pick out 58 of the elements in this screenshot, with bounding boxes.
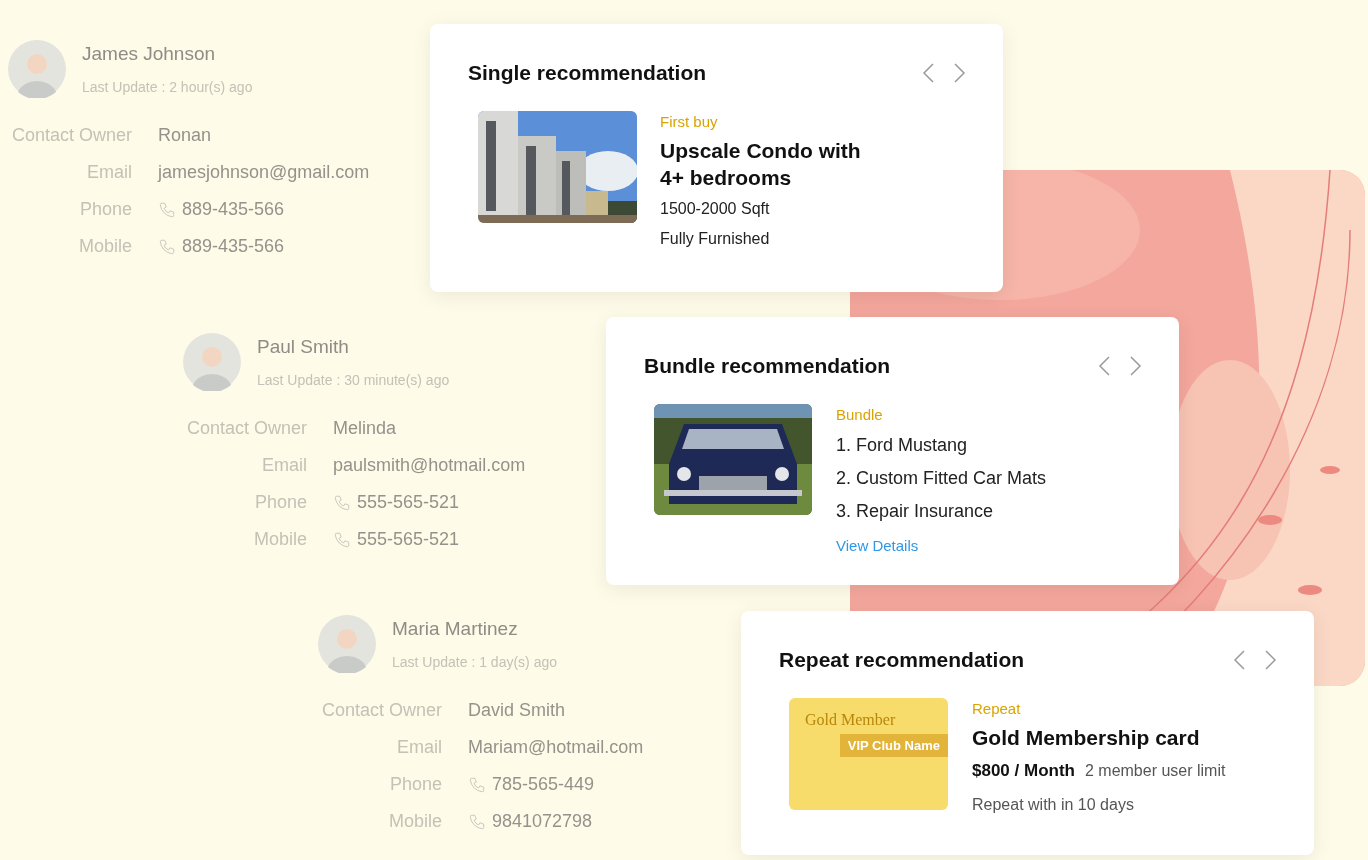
tag-label: First buy (660, 111, 719, 132)
field-value: 889-435-566 (182, 198, 285, 221)
contact-name: Paul Smith (257, 335, 350, 360)
field-label: Email (396, 736, 442, 759)
field-value: 9841072798 (492, 810, 593, 833)
repeat-note: Repeat with in 10 days (972, 795, 1135, 815)
field-value: Melinda (333, 417, 397, 440)
product-detail: 1500-2000 Sqft (660, 199, 771, 219)
field-label: Mobile (77, 235, 132, 258)
phone-icon (333, 530, 351, 549)
bundle-item: 1. Ford Mustang (836, 434, 969, 457)
product-detail: 2 member user limit (1084, 760, 1226, 781)
phone-icon (158, 200, 176, 219)
field-label: Phone (78, 198, 132, 221)
contact-name: James Johnson (82, 42, 217, 67)
view-details-link[interactable]: View Details (836, 535, 1047, 558)
field-label: Email (261, 454, 307, 477)
phone-icon (158, 237, 176, 256)
card-title: Bundle recommendation (644, 353, 891, 379)
field-value: 555-565-521 (357, 528, 460, 551)
card-subtitle: VIP Club Name (839, 733, 948, 757)
field-value: paulsmith@hotmail.com (333, 454, 526, 477)
tag-label: Bundle (836, 404, 884, 425)
field-value: 785-565-449 (492, 773, 595, 796)
bundle-item: 2. Custom Fitted Car Mats (836, 467, 1047, 490)
card-title: Gold Member (805, 709, 897, 730)
avatar (183, 333, 241, 391)
field-label: Mobile (252, 528, 307, 551)
tag-label: Repeat (972, 698, 1022, 719)
product-title: Upscale Condo with 4+ bedrooms (660, 138, 862, 191)
field-label: Phone (388, 773, 442, 796)
bundle-item: 3. Repair Insurance (836, 500, 995, 523)
product-title: Gold Membership card (972, 725, 1201, 751)
field-value: Ronan (158, 124, 212, 147)
field-value: 889-435-566 (182, 235, 285, 258)
phone-icon (333, 493, 351, 512)
phone-icon (468, 775, 486, 794)
product-detail: Fully Furnished (660, 229, 771, 249)
field-label: Contact Owner (10, 124, 132, 147)
field-value: Mariam@hotmail.com (468, 736, 644, 759)
field-label: Contact Owner (320, 699, 442, 722)
avatar (318, 615, 376, 673)
last-update: Last Update : 1 day(s) ago (392, 652, 557, 672)
field-value: 555-565-521 (357, 491, 460, 514)
price: $800 / Month (972, 759, 1075, 782)
contact-name: Maria Martinez (392, 617, 519, 642)
last-update: Last Update : 2 hour(s) ago (82, 77, 253, 97)
phone-icon (468, 812, 486, 831)
avatar (8, 40, 66, 98)
field-label: Phone (253, 491, 307, 514)
field-label: Contact Owner (185, 417, 307, 440)
card-title: Single recommendation (468, 60, 707, 86)
field-label: Mobile (387, 810, 442, 833)
field-label: Email (86, 161, 132, 184)
last-update: Last Update : 30 minute(s) ago (257, 370, 450, 390)
card-title: Repeat recommendation (779, 647, 1025, 673)
field-value: David Smith (468, 699, 566, 722)
field-value: jamesjohnson@gmail.com (158, 161, 370, 184)
